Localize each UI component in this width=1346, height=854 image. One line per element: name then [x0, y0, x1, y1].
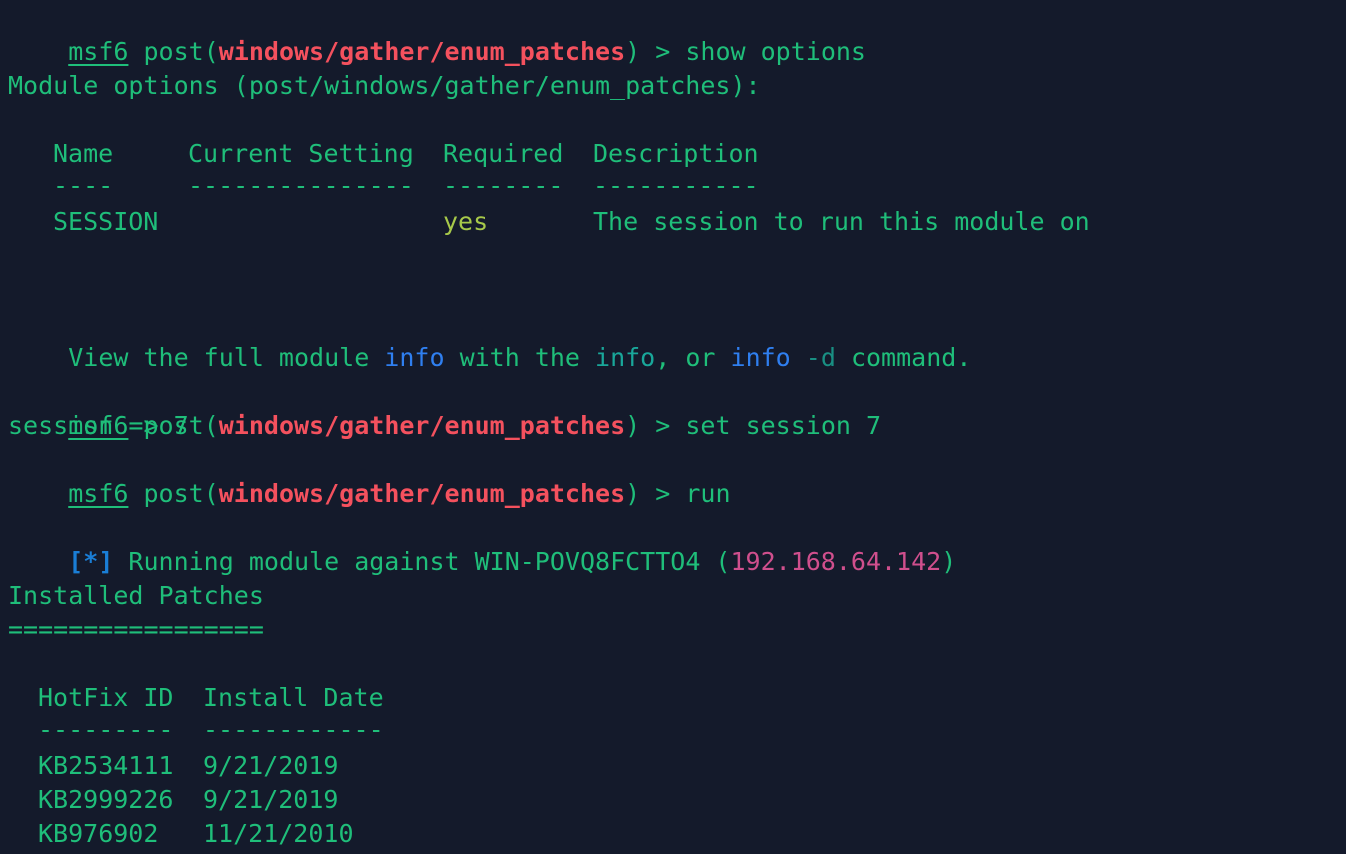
col-description-dashes: ----------- — [593, 171, 759, 200]
prompt-line-run: msf6 post(windows/gather/enum_patches) >… — [8, 443, 730, 508]
installed-patches-title: Installed Patches — [8, 581, 264, 610]
option-session-name: SESSION — [53, 207, 159, 236]
col-current-setting-dashes: --------------- — [188, 171, 414, 200]
col-install-date-dashes: ------------ — [203, 715, 384, 744]
module-path: windows/gather/enum_patches — [218, 479, 626, 508]
prompt-suffix: ) > — [625, 411, 686, 440]
col-required-header: Required — [443, 139, 564, 168]
col-name-header: Name — [53, 139, 114, 168]
col-install-date-header: Install Date — [203, 683, 384, 712]
col-current-setting-header: Current Setting — [188, 139, 414, 168]
msf-prompt: msf6 — [68, 479, 129, 508]
info-keyword-2: info — [595, 343, 656, 372]
module-options-heading: Module options (post/windows/gather/enum… — [8, 71, 761, 100]
info-hint-part3: , or — [655, 343, 731, 372]
prompt-suffix: ) > — [625, 479, 686, 508]
patch-row-date: 9/21/2019 — [203, 785, 339, 814]
prompt-line-set-session: msf6 post(windows/gather/enum_patches) >… — [8, 375, 881, 440]
info-keyword-1: info — [384, 343, 445, 372]
running-close: ) — [941, 547, 957, 576]
session-output: session => 7 — [8, 411, 189, 440]
command-show-options: show options — [685, 37, 866, 66]
prompt-post-prefix: post( — [128, 479, 219, 508]
patch-row-id: KB2534111 — [38, 751, 174, 780]
prompt-suffix: ) > — [625, 37, 686, 66]
col-name-dashes: ---- — [53, 171, 114, 200]
info-keyword-3: info — [730, 343, 791, 372]
command-run: run — [685, 479, 731, 508]
info-hint-part5: command. — [835, 343, 972, 372]
target-ip: 192.168.64.142 — [730, 547, 942, 576]
info-hint-part4 — [791, 343, 806, 372]
option-session-description: The session to run this module on — [593, 207, 1090, 236]
col-description-header: Description — [593, 139, 759, 168]
info-flag: -d — [805, 343, 836, 372]
info-hint-part1: View the full module — [68, 343, 385, 372]
info-hint-line: View the full module info with the info,… — [8, 307, 971, 372]
patch-row-id: KB976902 — [38, 819, 159, 848]
patch-row-date: 11/21/2010 — [203, 819, 354, 848]
col-hotfix-id-dashes: --------- — [38, 715, 174, 744]
running-module-line: [*] Running module against WIN-POVQ8FCTT… — [8, 511, 956, 576]
col-required-dashes: -------- — [443, 171, 564, 200]
module-path: windows/gather/enum_patches — [218, 37, 626, 66]
command-set-session: set session 7 — [685, 411, 882, 440]
info-hint-part2: with the — [444, 343, 596, 372]
prompt-post-prefix: post( — [128, 37, 219, 66]
msf-prompt: msf6 — [68, 37, 129, 66]
installed-patches-underline: ================= — [8, 615, 264, 644]
status-marker: [*] — [68, 547, 114, 576]
prompt-line-show-options: msf6 post(windows/gather/enum_patches) >… — [8, 1, 866, 66]
module-path: windows/gather/enum_patches — [218, 411, 626, 440]
patch-row-id: KB2999226 — [38, 785, 174, 814]
col-hotfix-id-header: HotFix ID — [38, 683, 174, 712]
running-text: Running module against WIN-POVQ8FCTTO4 ( — [113, 547, 731, 576]
terminal-window[interactable]: msf6 post(windows/gather/enum_patches) >… — [0, 0, 1346, 854]
patch-row-date: 9/21/2019 — [203, 751, 339, 780]
option-session-required: yes — [443, 207, 489, 236]
